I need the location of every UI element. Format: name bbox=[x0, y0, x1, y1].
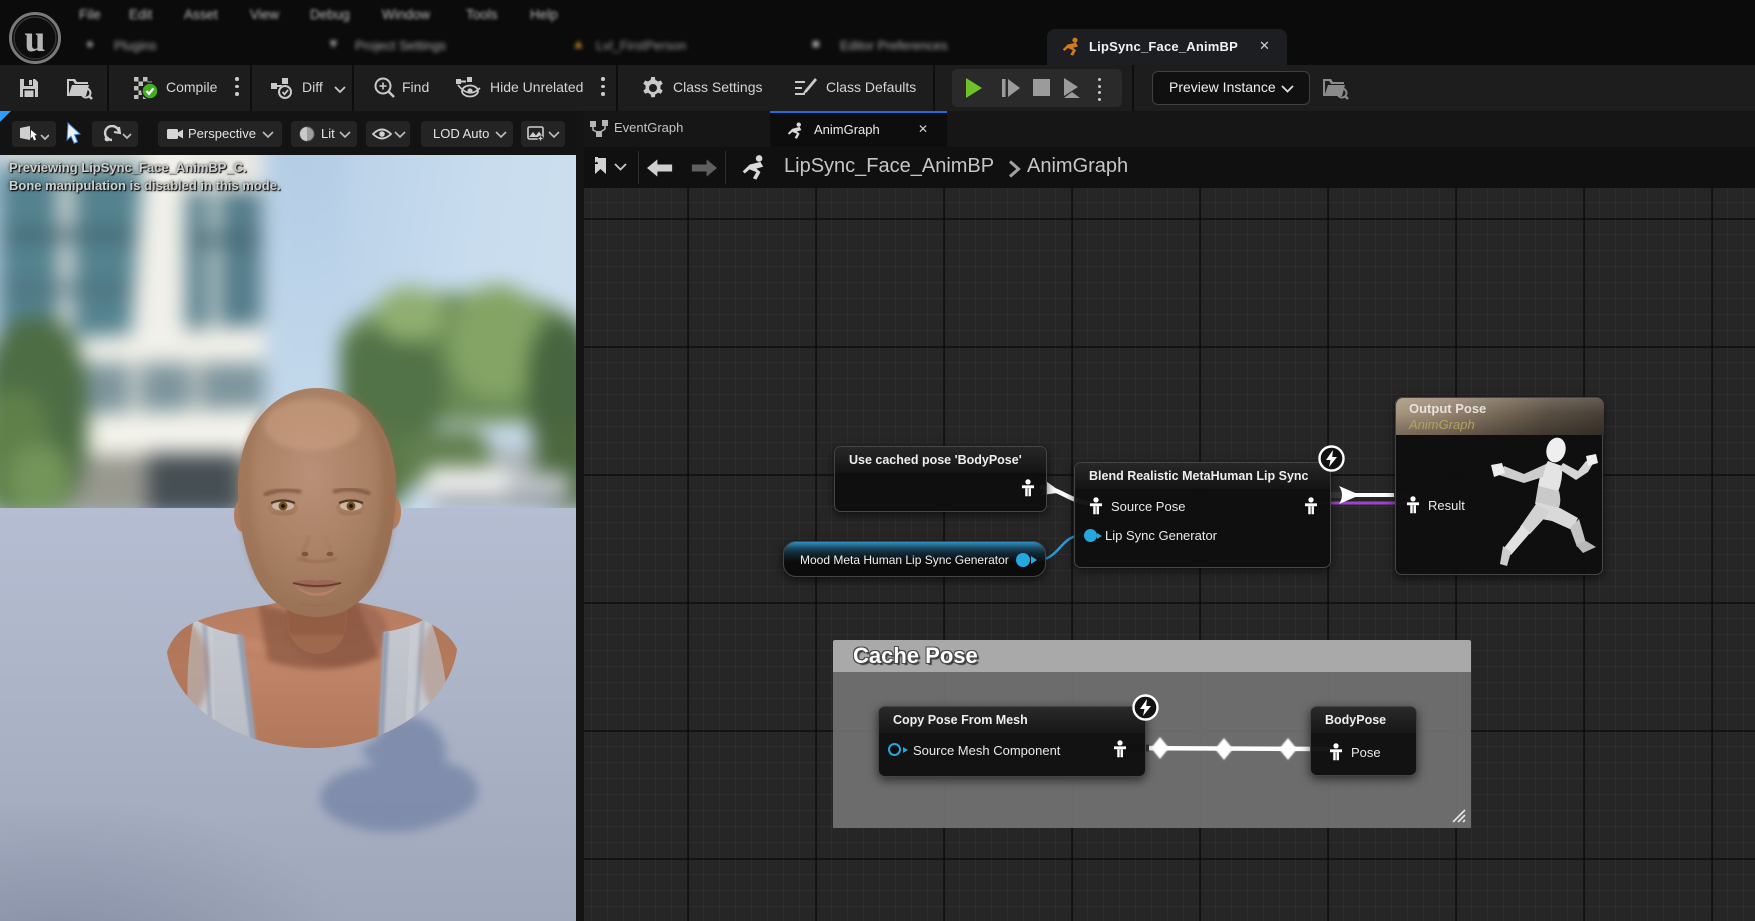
svg-text:u: u bbox=[24, 18, 45, 60]
